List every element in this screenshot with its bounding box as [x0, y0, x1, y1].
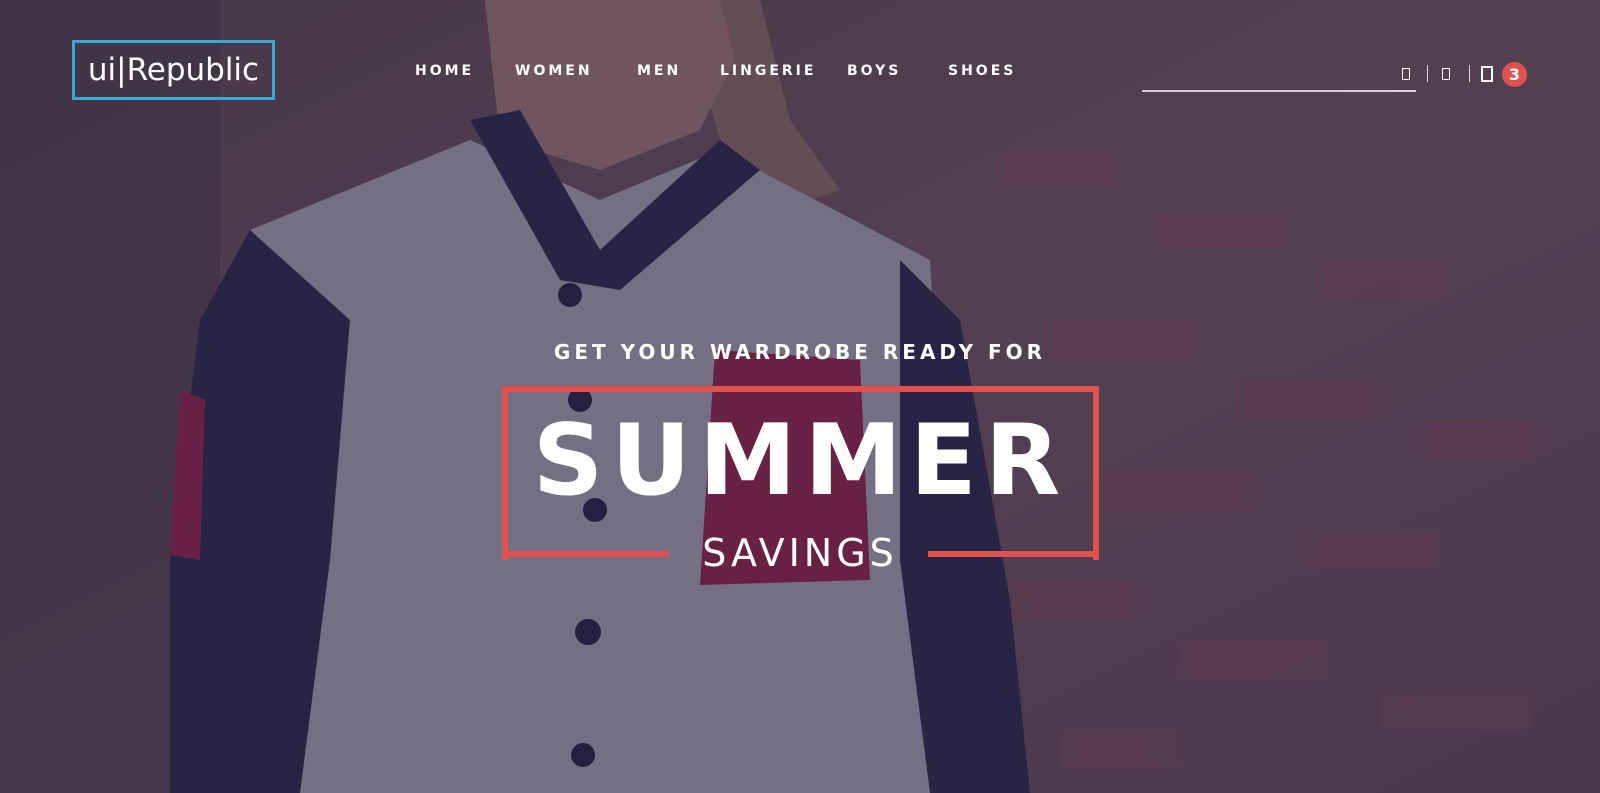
nav-item-boys[interactable]: BOYS	[847, 63, 901, 79]
search-input[interactable]	[1142, 64, 1396, 90]
cart-count-badge[interactable]: 3	[1502, 62, 1527, 87]
hero-section: ui|Republic HOME WOMEN MEN LINGERIE BOYS…	[0, 0, 1600, 793]
hero-headline: SUMMER	[532, 404, 1069, 518]
search-underline	[1142, 90, 1416, 92]
header-divider	[1469, 65, 1470, 82]
hero-kicker: GET YOUR WARDROBE READY FOR	[553, 340, 1047, 364]
nav-item-home[interactable]: HOME	[415, 63, 474, 79]
header-divider	[1427, 65, 1428, 82]
nav-item-men[interactable]: MEN	[637, 63, 681, 79]
nav-item-shoes[interactable]: SHOES	[948, 63, 1016, 79]
nav-item-women[interactable]: WOMEN	[515, 63, 593, 79]
cart-icon[interactable]	[1481, 66, 1493, 82]
site-logo[interactable]: ui|Republic	[72, 40, 275, 100]
search-icon[interactable]	[1400, 66, 1412, 80]
nav-item-lingerie[interactable]: LINGERIE	[720, 63, 816, 79]
hero-subline: SAVINGS	[702, 531, 898, 575]
user-icon[interactable]	[1440, 66, 1452, 80]
